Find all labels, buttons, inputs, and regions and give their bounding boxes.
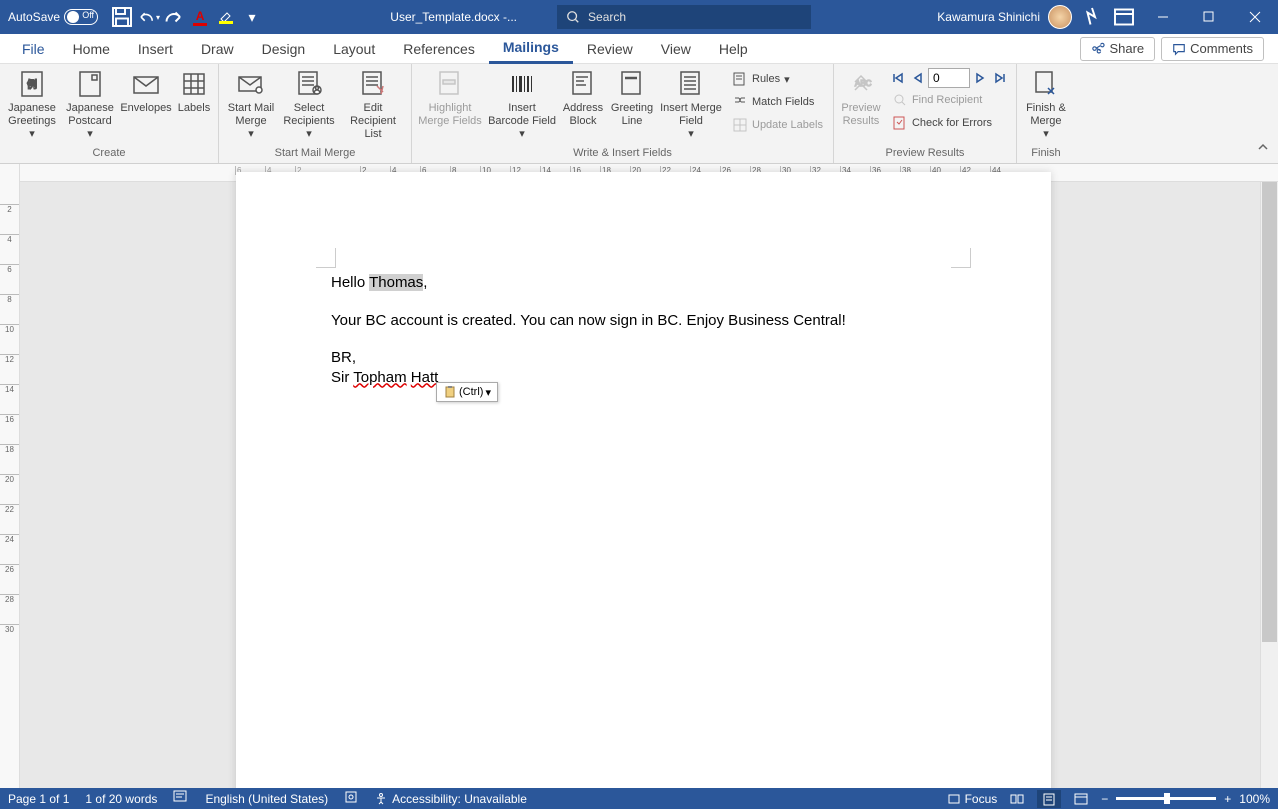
highlight-icon[interactable] — [214, 5, 238, 29]
close-button[interactable] — [1232, 0, 1278, 34]
tab-review[interactable]: Review — [573, 34, 647, 64]
margin-marker — [316, 248, 336, 268]
read-mode-button[interactable] — [1005, 790, 1029, 808]
zoom-out-button[interactable]: − — [1101, 792, 1108, 806]
tab-design[interactable]: Design — [248, 34, 320, 64]
spelling-error: Hatt — [411, 369, 439, 386]
collapse-ribbon-icon[interactable] — [1256, 140, 1270, 159]
group-preview-label: Preview Results — [838, 145, 1012, 163]
search-icon — [566, 10, 580, 24]
autosave-control[interactable]: AutoSave — [0, 9, 106, 25]
record-number-input[interactable] — [928, 68, 970, 88]
undo-icon[interactable]: ▾ — [136, 5, 160, 29]
focus-mode-button[interactable]: Focus — [947, 792, 998, 806]
tab-draw[interactable]: Draw — [187, 34, 248, 64]
username-label[interactable]: Kawamura Shinichi — [937, 10, 1040, 24]
labels-button[interactable]: Labels — [174, 66, 214, 117]
maximize-button[interactable] — [1186, 0, 1232, 34]
update-labels-button: Update Labels — [728, 114, 827, 136]
greeting-line-button[interactable]: Greeting Line — [608, 66, 656, 130]
finish-merge-button[interactable]: Finish & Merge ▾ — [1021, 66, 1071, 144]
vertical-ruler: 24681012141618202224262830 — [0, 164, 20, 788]
select-recipients-button[interactable]: Select Recipients ▾ — [281, 66, 337, 144]
coming-soon-icon[interactable] — [1080, 5, 1104, 29]
print-layout-button[interactable] — [1037, 790, 1061, 808]
comments-icon — [1172, 42, 1186, 56]
zoom-in-button[interactable]: + — [1224, 792, 1231, 806]
accessibility-icon — [374, 792, 388, 806]
save-icon[interactable] — [110, 5, 134, 29]
font-color-icon[interactable]: A — [188, 5, 212, 29]
tab-references[interactable]: References — [389, 34, 489, 64]
document-page[interactable]: Hello Thomas, Your BC account is created… — [236, 172, 1051, 788]
group-finish-label: Finish — [1021, 145, 1071, 163]
tab-help[interactable]: Help — [705, 34, 762, 64]
insert-barcode-button[interactable]: Insert Barcode Field ▾ — [486, 66, 558, 144]
selected-text: Thomas — [369, 274, 423, 291]
margin-marker — [951, 248, 971, 268]
tab-home[interactable]: Home — [59, 34, 124, 64]
next-record-button[interactable] — [970, 68, 990, 88]
comments-button[interactable]: Comments — [1161, 37, 1264, 61]
prev-record-button[interactable] — [908, 68, 928, 88]
tab-view[interactable]: View — [647, 34, 705, 64]
paste-ctrl-label: (Ctrl) — [459, 386, 483, 398]
insert-merge-field-button[interactable]: Insert Merge Field ▾ — [658, 66, 724, 144]
address-block-button[interactable]: Address Block — [560, 66, 606, 130]
autosave-label: AutoSave — [8, 10, 60, 24]
autosave-toggle[interactable] — [64, 9, 98, 25]
macro-icon[interactable] — [344, 790, 358, 807]
redo-icon[interactable] — [162, 5, 186, 29]
group-start-label: Start Mail Merge — [223, 145, 407, 163]
clipboard-icon — [443, 385, 457, 399]
share-button[interactable]: Share — [1080, 37, 1155, 61]
preview-results-button: ABCPreview Results — [838, 66, 884, 130]
user-avatar[interactable] — [1048, 5, 1072, 29]
rules-button[interactable]: Rules ▾ — [728, 68, 827, 90]
share-icon — [1091, 42, 1105, 56]
comments-label: Comments — [1190, 41, 1253, 56]
document-body[interactable]: Hello Thomas, Your BC account is created… — [331, 273, 846, 387]
spelling-error: Topham — [353, 369, 406, 386]
ribbon-display-icon[interactable] — [1112, 5, 1136, 29]
qat-customize-icon[interactable]: ▾ — [240, 5, 264, 29]
match-fields-button[interactable]: Match Fields — [728, 91, 827, 113]
group-create-label: Create — [4, 145, 214, 163]
document-title: User_Template.docx -... — [390, 10, 517, 24]
accessibility-status[interactable]: Accessibility: Unavailable — [374, 792, 527, 806]
group-write-label: Write & Insert Fields — [416, 145, 829, 163]
svg-text:ABC: ABC — [855, 79, 872, 88]
focus-icon — [947, 792, 961, 806]
first-record-button[interactable] — [888, 68, 908, 88]
word-count[interactable]: 1 of 20 words — [85, 792, 157, 806]
edit-recipient-list-button[interactable]: Edit Recipient List — [339, 66, 407, 144]
envelopes-button[interactable]: Envelopes — [120, 66, 172, 117]
page-count[interactable]: Page 1 of 1 — [8, 792, 69, 806]
tab-file[interactable]: File — [8, 34, 59, 64]
share-label: Share — [1109, 41, 1144, 56]
start-mail-merge-button[interactable]: Start Mail Merge ▾ — [223, 66, 279, 144]
language-status[interactable]: English (United States) — [205, 792, 328, 806]
search-placeholder: Search — [588, 10, 626, 24]
tab-insert[interactable]: Insert — [124, 34, 187, 64]
search-input[interactable]: Search — [557, 5, 811, 29]
zoom-slider[interactable] — [1116, 797, 1216, 800]
vertical-scrollbar[interactable] — [1260, 182, 1278, 788]
zoom-level[interactable]: 100% — [1239, 792, 1270, 806]
paste-options-button[interactable]: (Ctrl)▾ — [436, 382, 498, 402]
last-record-button[interactable] — [990, 68, 1010, 88]
check-errors-button[interactable]: Check for Errors — [888, 112, 1010, 134]
chevron-down-icon: ▾ — [485, 386, 491, 399]
web-layout-button[interactable] — [1069, 790, 1093, 808]
japanese-postcard-button[interactable]: Japanese Postcard ▾ — [62, 66, 118, 144]
find-recipient-button: Find Recipient — [888, 89, 1010, 111]
spell-check-icon[interactable] — [173, 790, 189, 807]
japanese-greetings-button[interactable]: 例Japanese Greetings ▾ — [4, 66, 60, 144]
tab-mailings[interactable]: Mailings — [489, 34, 573, 64]
highlight-merge-fields-button: Highlight Merge Fields — [416, 66, 484, 130]
minimize-button[interactable] — [1140, 0, 1186, 34]
svg-text:例: 例 — [27, 78, 37, 91]
tab-layout[interactable]: Layout — [319, 34, 389, 64]
scrollbar-thumb[interactable] — [1262, 182, 1277, 642]
